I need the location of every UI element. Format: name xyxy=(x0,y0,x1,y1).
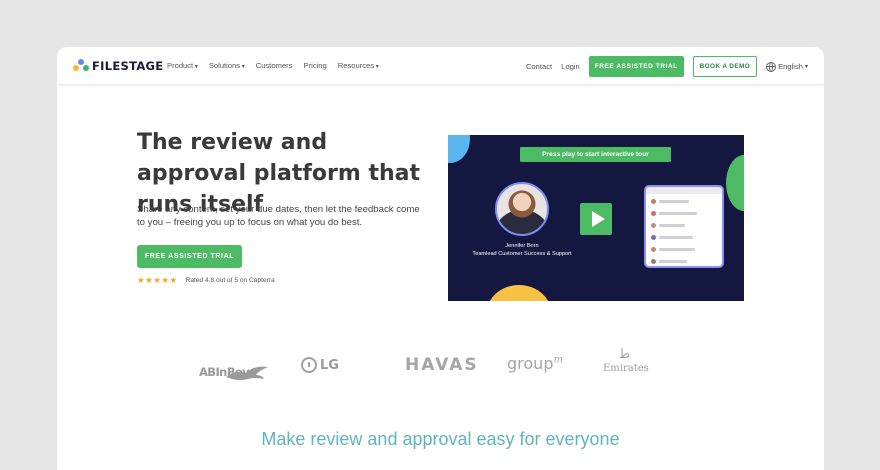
nav-item-customers[interactable]: Customers xyxy=(256,61,293,70)
star-rating-icon: ★★★★★ xyxy=(137,275,178,285)
decorative-circle-yellow xyxy=(486,285,552,301)
language-label: English xyxy=(778,62,803,71)
nav-actions: Contact Login FREE ASSISTED TRIAL BOOK A… xyxy=(526,56,808,77)
groupm-logo: groupm xyxy=(507,354,563,373)
emirates-text: Emirates xyxy=(603,363,649,374)
presenter-avatar xyxy=(495,182,549,236)
section-title: Make review and approval easy for everyo… xyxy=(261,429,620,449)
decorative-circle-blue xyxy=(448,135,470,163)
presenter-name: Jennifer Born xyxy=(505,243,539,249)
groupm-text: group xyxy=(507,354,554,373)
customer-logos: ABInBev LG HAVAS groupm ﻃ Emirates xyxy=(197,347,657,387)
free-trial-nav-button[interactable]: FREE ASSISTED TRIAL xyxy=(588,56,684,77)
browser-page: FILESTAGE Product Solutions Customers Pr… xyxy=(57,47,824,470)
book-demo-button[interactable]: BOOK A DEMO xyxy=(692,56,758,77)
play-icon[interactable] xyxy=(580,203,612,235)
nav-links: Product Solutions Customers Pricing Reso… xyxy=(167,61,379,70)
brand-name: FILESTAGE xyxy=(92,59,164,73)
nav-item-pricing[interactable]: Pricing xyxy=(304,61,327,70)
tour-banner[interactable]: Press play to start interactive tour xyxy=(520,147,671,162)
nav-item-solutions[interactable]: Solutions xyxy=(209,61,245,70)
nav-item-product[interactable]: Product xyxy=(167,61,198,70)
globe-icon xyxy=(766,61,777,72)
chevron-down-icon: ▾ xyxy=(804,64,808,70)
app-preview-mockup xyxy=(646,187,722,266)
filestage-logo[interactable]: FILESTAGE xyxy=(73,58,163,74)
nav-item-resources[interactable]: Resources xyxy=(338,61,379,70)
hero-subtitle: Share any content, set your due dates, t… xyxy=(137,204,420,228)
emirates-arabic-mark: ﻃ xyxy=(619,347,631,362)
presenter-role: Teamlead Customer Success & Support xyxy=(472,251,572,257)
top-navigation: FILESTAGE Product Solutions Customers Pr… xyxy=(57,47,824,85)
lg-text: LG xyxy=(320,357,339,373)
capterra-rating: ★★★★★ Rated 4.8 out of 5 on Capterra xyxy=(137,275,275,286)
abinbev-logo: ABInBev xyxy=(199,365,268,380)
emirates-logo: ﻃ Emirates xyxy=(603,347,649,374)
free-trial-hero-button[interactable]: FREE ASSISTED TRIAL xyxy=(137,245,242,268)
contact-link[interactable]: Contact xyxy=(526,62,552,71)
login-link[interactable]: Login xyxy=(561,62,580,71)
decorative-circle-green xyxy=(726,155,744,211)
lg-mark-icon xyxy=(301,357,317,373)
eagle-icon xyxy=(226,366,268,380)
lg-logo: LG xyxy=(301,357,339,373)
language-selector[interactable]: English ▾ xyxy=(766,61,808,72)
logo-dots-icon xyxy=(73,59,89,73)
groupm-sup: m xyxy=(553,354,563,366)
havas-logo: HAVAS xyxy=(405,355,479,375)
presenter-caption: Jennifer Born Teamlead Customer Success … xyxy=(462,242,582,258)
rating-text: Rated 4.8 out of 5 on Capterra xyxy=(185,277,275,284)
interactive-tour-video[interactable]: Press play to start interactive tour Jen… xyxy=(448,135,744,301)
